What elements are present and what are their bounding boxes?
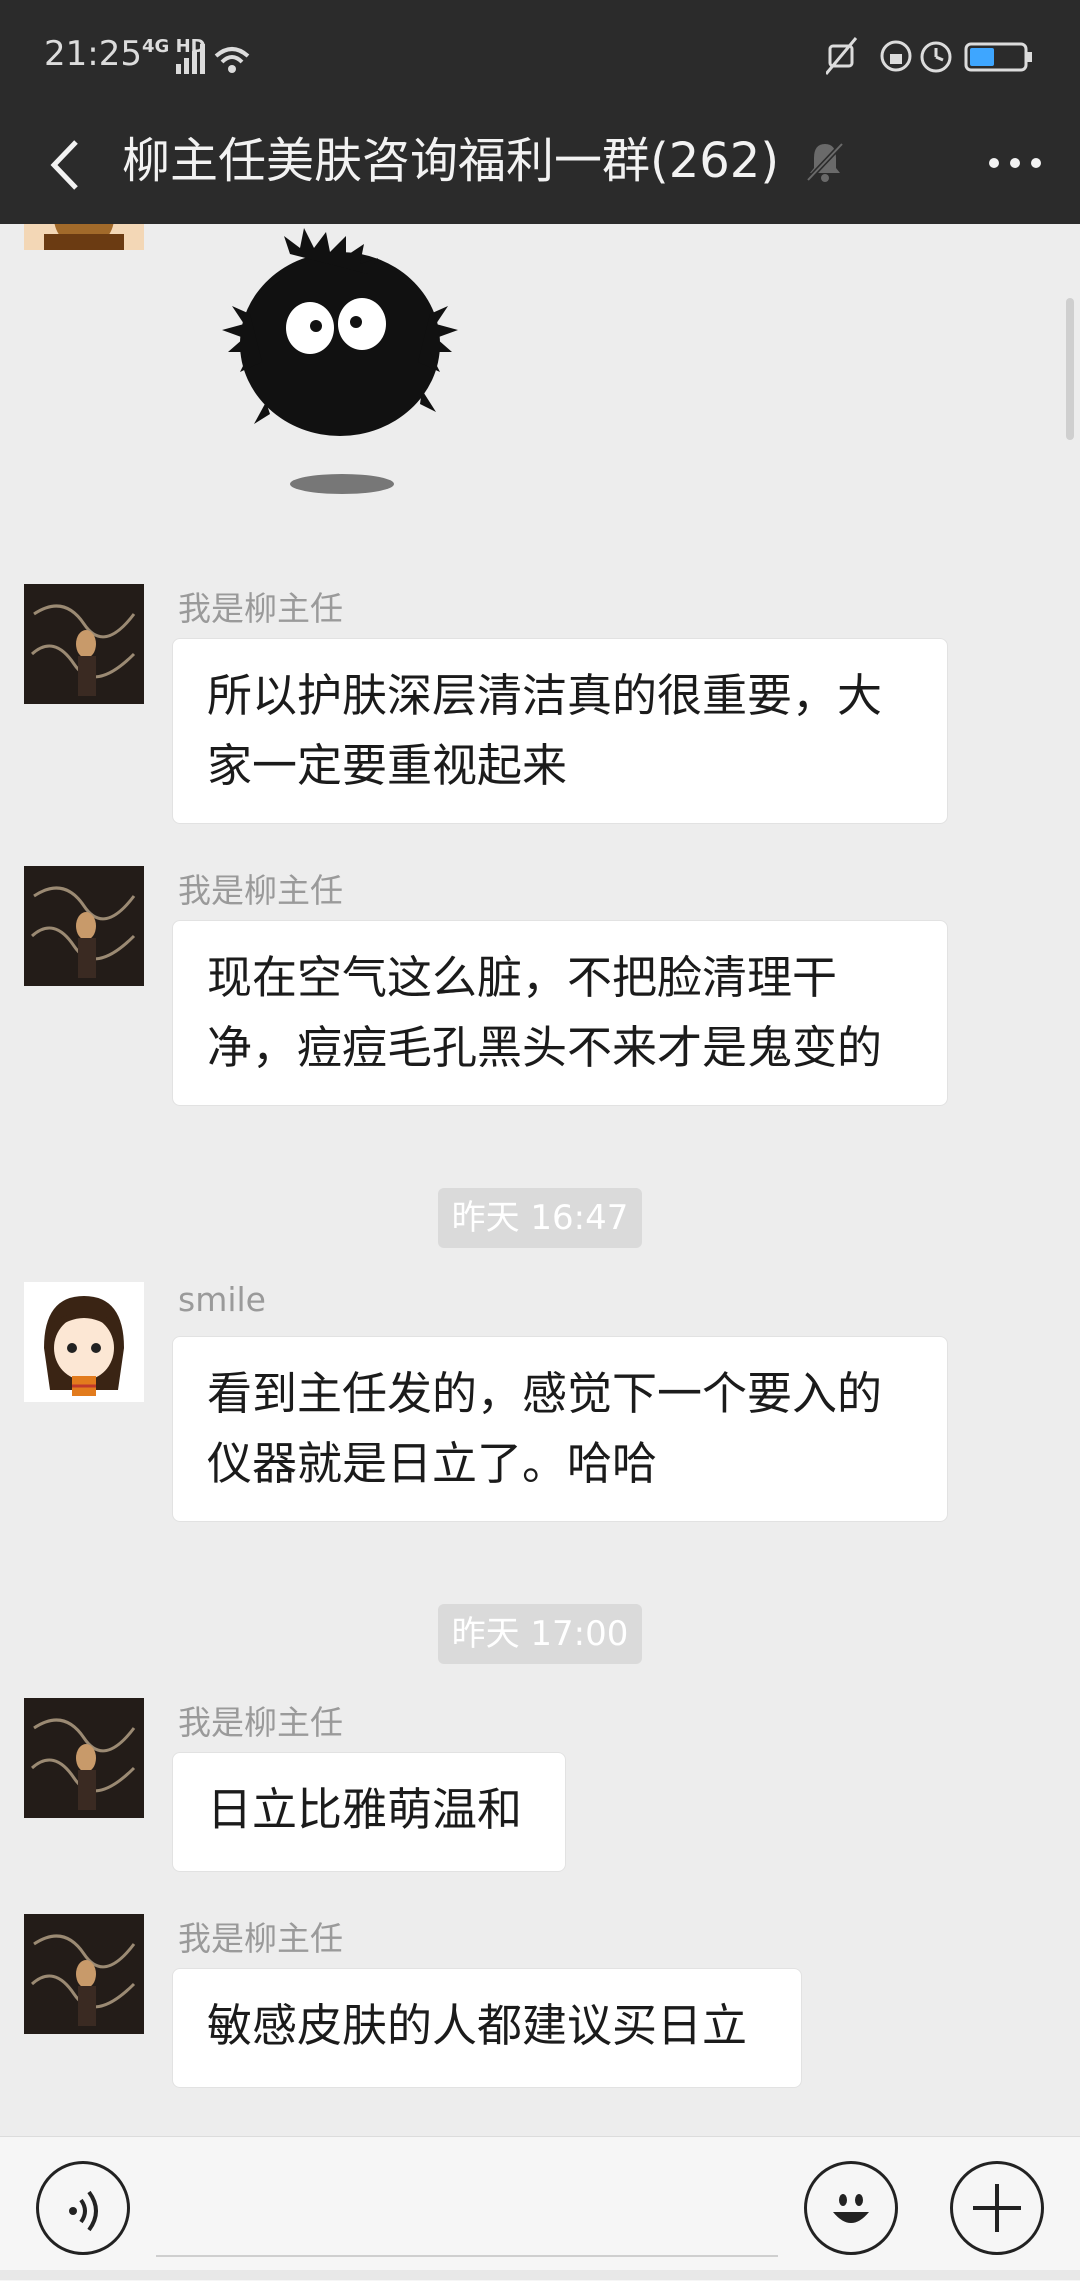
message-sender: smile [178, 1280, 266, 1319]
input-bar [0, 2136, 1080, 2281]
message-sender: 我是柳主任 [178, 1919, 343, 1958]
system-status-icons [826, 37, 1032, 75]
timestamp: 昨天 17:00 [438, 1604, 642, 1664]
soot-sprite-sticker[interactable] [190, 224, 490, 504]
message-bubble[interactable]: 敏感皮肤的人都建议买日立 [172, 1968, 802, 2088]
chat-header: 柳主任美肤咨询福利一群(262) [0, 110, 1080, 224]
message-input[interactable] [156, 2255, 778, 2257]
bell-off-icon [806, 142, 844, 182]
scrollbar[interactable] [1066, 298, 1074, 440]
plus-button[interactable] [950, 2161, 1044, 2255]
voice-button[interactable] [36, 2161, 130, 2255]
message-bubble[interactable]: 所以护肤深层清洁真的很重要，大家一定要重视起来 [172, 638, 948, 824]
status-bar: 21:25 4G HD [0, 0, 1080, 110]
avatar[interactable] [24, 1698, 144, 1818]
smile-icon [833, 2194, 869, 2223]
chat-title: 柳主任美肤咨询福利一群(262) [122, 133, 780, 189]
voice-icon [69, 2190, 98, 2232]
message-list[interactable]: 我是柳主任 所以护肤深层清洁真的很重要，大家一定要重视起来 我是柳主任 现在空气… [0, 224, 1080, 2136]
message-bubble[interactable]: 看到主任发的，感觉下一个要入的仪器就是日立了。哈哈 [172, 1336, 948, 1522]
bottom-strip [0, 2270, 1080, 2280]
emoji-button[interactable] [804, 2161, 898, 2255]
message-bubble[interactable]: 现在空气这么脏，不把脸清理干净，痘痘毛孔黑头不来才是鬼变的 [172, 920, 948, 1106]
message-sender: 我是柳主任 [178, 871, 343, 910]
plus-icon [973, 2184, 1021, 2232]
back-button[interactable] [36, 130, 106, 200]
avatar[interactable] [24, 866, 144, 986]
message-sender: 我是柳主任 [178, 589, 343, 628]
timestamp: 昨天 16:47 [438, 1188, 642, 1248]
avatar[interactable] [24, 224, 144, 250]
more-options-button[interactable] [980, 136, 1050, 190]
message-sender: 我是柳主任 [178, 1703, 343, 1742]
avatar[interactable] [24, 1914, 144, 2034]
avatar[interactable] [24, 584, 144, 704]
status-time: 21:25 [44, 34, 142, 74]
message-bubble[interactable]: 日立比雅萌温和 [172, 1752, 566, 1872]
avatar[interactable] [24, 1282, 144, 1402]
signal-wifi-icon [176, 44, 250, 74]
